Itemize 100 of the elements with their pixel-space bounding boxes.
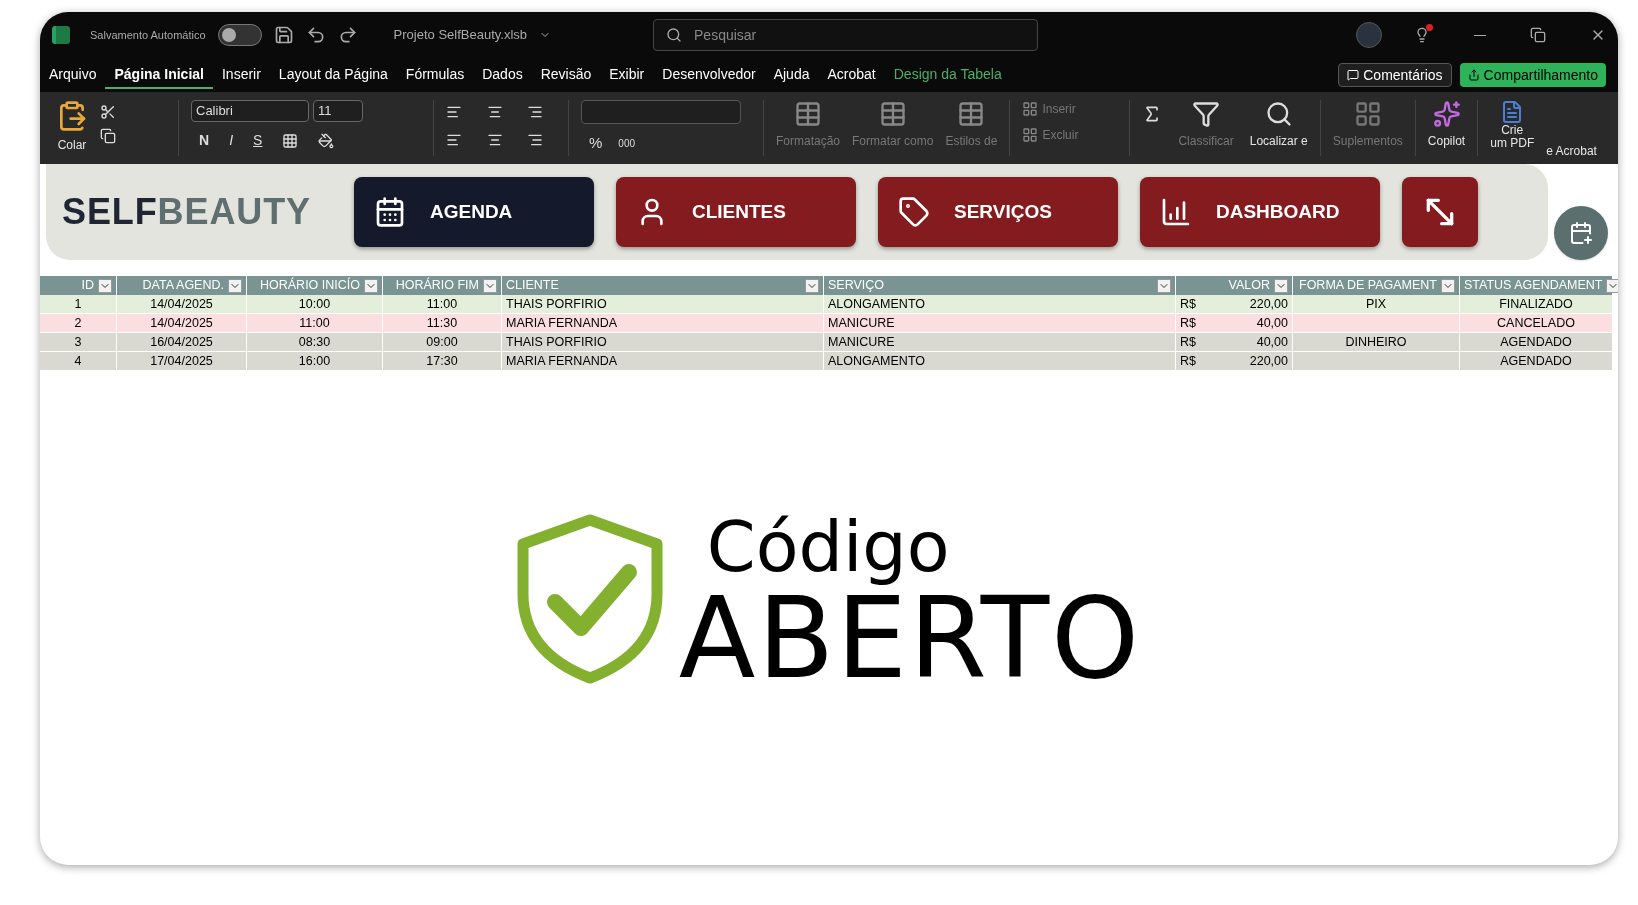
align-center-icon: [486, 132, 503, 148]
ribbon-label: Colar: [57, 137, 87, 154]
menu-tab[interactable]: Fórmulas: [396, 61, 474, 89]
table-cell: MANICURE: [824, 333, 1176, 351]
filter-dropdown-icon[interactable]: [483, 278, 497, 293]
format-button[interactable]: I: [229, 130, 233, 151]
table-cell: 3: [40, 333, 117, 351]
table-cell-text: AGENDADO: [1499, 353, 1573, 370]
align-right-icon: [527, 132, 544, 148]
menu-tab[interactable]: Dados: [473, 61, 532, 89]
scissors-icon: [100, 104, 116, 120]
table-cell: 4: [40, 352, 117, 370]
table-cell: 08:30: [247, 333, 383, 351]
table-cell-text: CANCELADO: [1496, 315, 1576, 332]
add-appointment-button[interactable]: [1554, 206, 1608, 260]
table-icon: [957, 100, 986, 128]
menu-tab[interactable]: Design da Tabela: [884, 61, 1011, 89]
minimize-icon[interactable]: [1474, 34, 1486, 36]
ribbon-label: Classificar: [1178, 133, 1234, 150]
table-cell: 14/04/2025: [117, 295, 247, 313]
file-name[interactable]: Projeto SelfBeauty.xlsb: [393, 25, 528, 45]
table-cell: PIX: [1365, 297, 1387, 311]
filter-dropdown-icon[interactable]: [98, 278, 112, 293]
table-cell: 16:00: [247, 352, 383, 370]
font-size-field[interactable]: 11: [313, 100, 363, 122]
align-center-icon: [486, 104, 503, 120]
table-cell: MANICURE: [824, 314, 1176, 332]
menu-tab[interactable]: Acrobat: [818, 61, 885, 89]
nav-button[interactable]: DASHBOARD: [1140, 177, 1380, 247]
undo-icon: [305, 25, 326, 45]
add-ins-icon: [1353, 100, 1382, 128]
comments-button[interactable]: Comentários: [1338, 63, 1452, 87]
ribbon-label: Excluir: [1042, 127, 1079, 144]
avatar[interactable]: [1356, 22, 1382, 48]
table-cell: MARIA FERNANDA: [502, 314, 824, 332]
autosave-label: Salvamento Automático: [90, 27, 206, 43]
ribbon-label: Estilos de: [945, 133, 998, 150]
menu-tab[interactable]: Exibir: [600, 61, 654, 89]
ribbon-label: um PDF: [1490, 137, 1535, 150]
cells-icon: [1022, 101, 1039, 117]
table-cell: 14/04/2025: [117, 314, 247, 332]
format-button[interactable]: S: [253, 130, 263, 151]
table-cell-text: R$: [1180, 315, 1196, 332]
percent-button[interactable]: %: [589, 132, 603, 155]
table-cell: DINHEIRO: [1345, 335, 1407, 349]
comment-icon: [1347, 69, 1360, 81]
table-cell-text: FINALIZADO: [1498, 296, 1574, 313]
fill-color-icon: [318, 132, 335, 149]
nav-button[interactable]: SERVIÇOS: [878, 177, 1118, 247]
filter-dropdown-icon[interactable]: [364, 278, 378, 293]
ribbon-label: Localizar e: [1249, 133, 1308, 150]
logo-text: BEAUTY: [157, 190, 312, 234]
align-left-icon: [446, 132, 462, 148]
table-cell-text: R$: [1180, 353, 1196, 370]
tag-icon: [898, 196, 930, 228]
menu-tab[interactable]: Revisão: [531, 61, 601, 89]
menu-tab[interactable]: Layout da Página: [269, 61, 397, 89]
menu-tab[interactable]: Arquivo: [40, 61, 106, 89]
table-cell: 11:30: [383, 314, 502, 332]
table-cell: ALONGAMENTO: [824, 295, 1176, 313]
filter-dropdown-icon[interactable]: [1157, 278, 1171, 293]
table-row[interactable]: 3 16/04/2025 08:30 09:00 THAIS PORFIRIO MANICURE R$ 40,00 DINHEIRO AGENDADO: [40, 333, 1612, 352]
nav-button[interactable]: CLIENTES: [616, 177, 856, 247]
table-cell: MARIA FERNANDA: [502, 352, 824, 370]
number-format-field[interactable]: [581, 100, 741, 124]
excel-logo-icon: [52, 26, 70, 44]
table-row[interactable]: 2 14/04/2025 11:00 11:30 MARIA FERNANDA MANICURE R$ 40,00 CANCELADO: [40, 314, 1612, 333]
nav-button[interactable]: AGENDA: [354, 177, 594, 247]
format-button[interactable]: N: [199, 130, 210, 151]
thousands-button[interactable]: 000: [618, 135, 636, 151]
shield-check-icon: [516, 514, 663, 684]
filter-dropdown-icon[interactable]: [1606, 278, 1618, 293]
save-icon: [273, 25, 294, 45]
menu-tab[interactable]: Inserir: [212, 61, 270, 89]
table-cell: 1: [40, 295, 117, 313]
ribbon-label: e Acrobat: [1546, 143, 1597, 160]
menu-tab[interactable]: Página Inicial: [105, 61, 213, 89]
filter-dropdown-icon[interactable]: [1441, 278, 1455, 293]
table-cell: THAIS PORFIRIO: [502, 295, 824, 313]
share-icon: [1467, 69, 1480, 81]
calendar-plus-icon: [1569, 221, 1593, 245]
ribbon-label: Inserir: [1042, 101, 1076, 118]
menu-tab[interactable]: Ajuda: [764, 61, 819, 89]
menu-tab[interactable]: Desenvolvedor: [653, 61, 765, 89]
filter-dropdown-icon[interactable]: [805, 278, 819, 293]
search-placeholder: Pesquisar: [694, 25, 757, 45]
search-field[interactable]: Pesquisar: [653, 19, 1039, 51]
share-button[interactable]: Compartilhamento: [1459, 63, 1606, 87]
table-row[interactable]: 4 17/04/2025 16:00 17:30 MARIA FERNANDA ALONGAMENTO R$ 220,00 AGENDADO: [40, 352, 1612, 371]
table-row[interactable]: 1 14/04/2025 10:00 11:00 THAIS PORFIRIO ALONGAMENTO R$ 220,00 PIX FINALIZADO: [40, 295, 1612, 314]
expand-button[interactable]: [1402, 177, 1478, 247]
autosave-toggle[interactable]: [217, 24, 262, 46]
table-cell: 09:00: [383, 333, 502, 351]
filter-dropdown-icon[interactable]: [1274, 278, 1288, 293]
ribbon-label: Crie: [1501, 124, 1524, 137]
table-cell: 17:30: [383, 352, 502, 370]
logo-text: SELF: [62, 190, 158, 234]
font-field[interactable]: Calibri: [191, 100, 309, 122]
table-cell: THAIS PORFIRIO: [502, 333, 824, 351]
filter-dropdown-icon[interactable]: [228, 278, 242, 293]
